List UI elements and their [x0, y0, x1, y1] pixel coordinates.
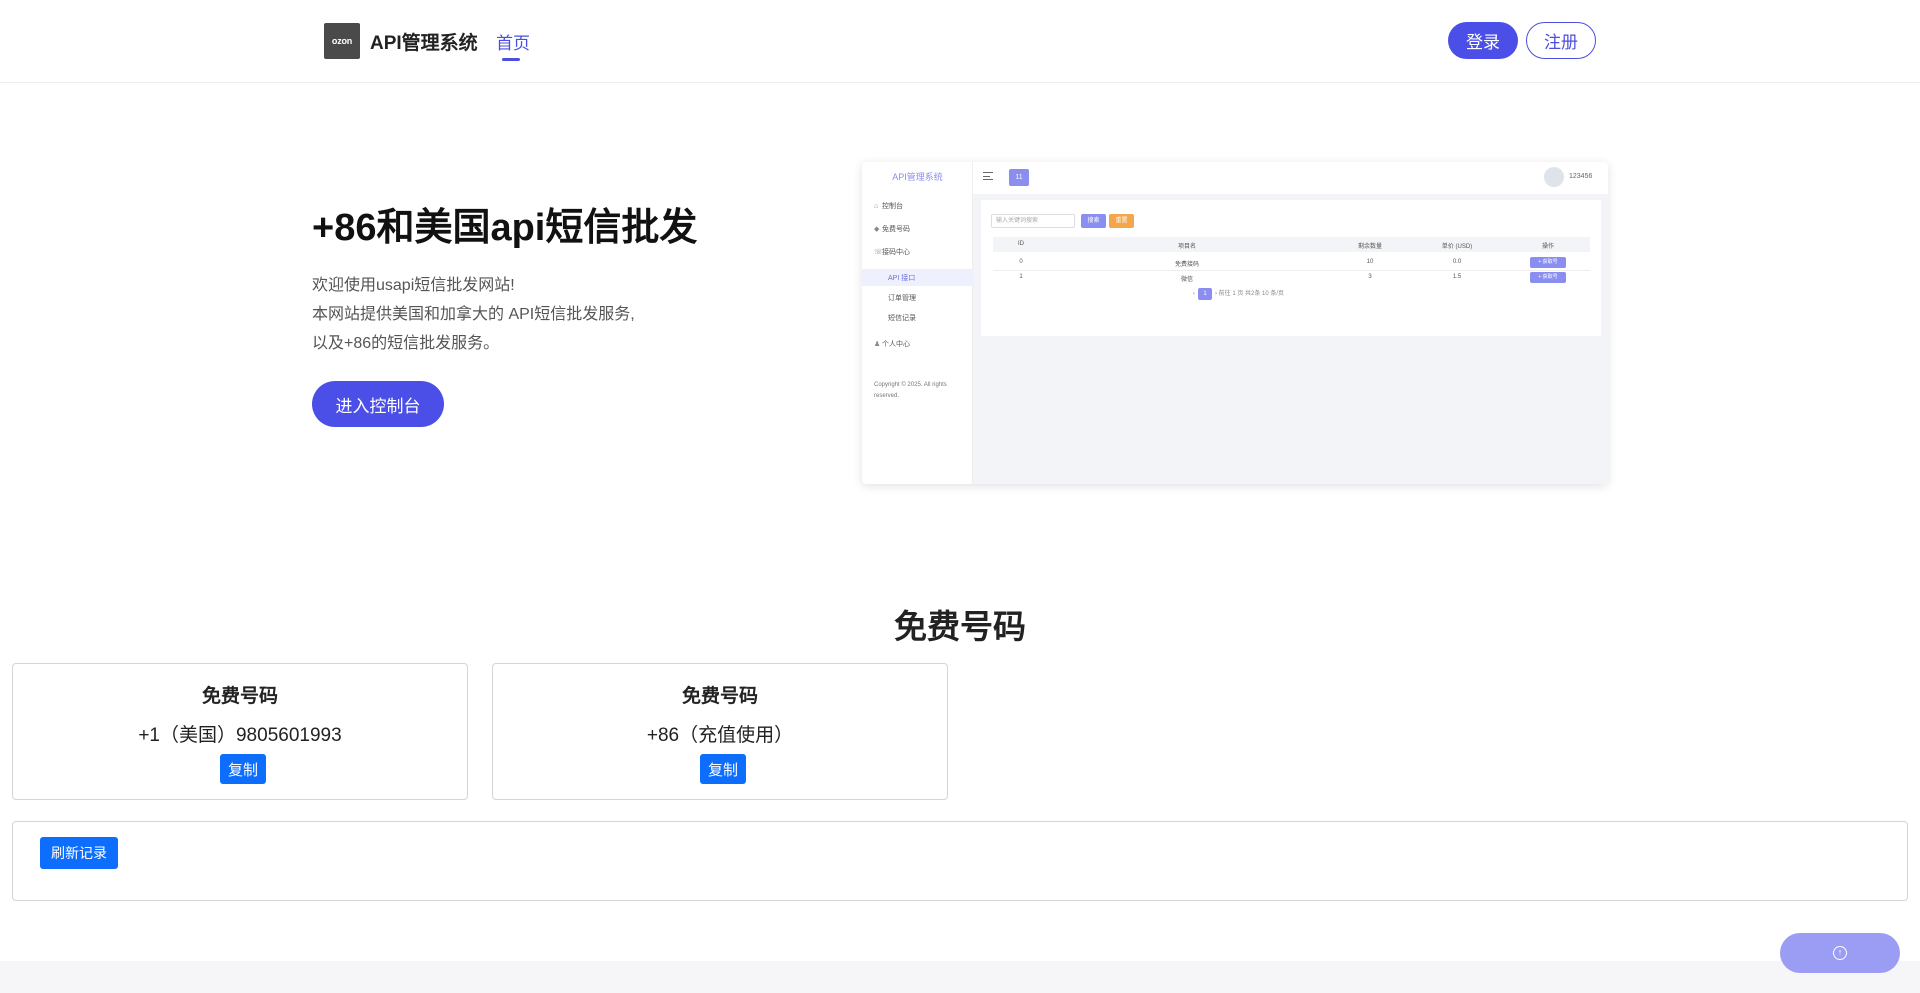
nav-home-link[interactable]: 首页 [496, 29, 530, 54]
preview-table-header [993, 237, 1590, 252]
dashboard-preview-image: API管理系统 ⌂ 控制台 ◆ 免费号码 ☏接码中心 API 接口 订单管理 短信记… [862, 162, 1608, 484]
register-button[interactable]: 注册 [1526, 22, 1596, 59]
preview-td: 3 [1368, 274, 1372, 280]
preview-th: ID [1018, 241, 1024, 247]
card-title: 免费号码 [681, 686, 758, 707]
preview-menu-item: API 接口 [888, 275, 916, 282]
brand-logo[interactable]: ozon [324, 23, 360, 59]
hero-title: +86和美国api短信批发 [312, 207, 698, 249]
phone-icon: ☏ [874, 249, 883, 256]
top-header: ozon API管理系统 首页 登录 注册 [0, 0, 1920, 83]
app-title: API管理系统 [370, 33, 478, 54]
free-numbers-title: 免费号码 [894, 608, 1026, 645]
copy-button[interactable]: 复制 [220, 754, 266, 784]
hero-line-3: 以及+86的短信批发服务。 [312, 335, 500, 352]
sms-records-panel: 刷新记录 [12, 821, 1908, 901]
user-icon: ♟ [874, 341, 881, 348]
preview-td: 微信 [1180, 277, 1194, 283]
preview-menu-item: ♟ 个人中心 [874, 341, 910, 348]
preview-menu-item: ◆ 免费号码 [874, 226, 910, 233]
preview-action-button: + 获取号 [1530, 272, 1566, 283]
preview-menu-item: ⌂ 控制台 [874, 203, 903, 210]
preview-menu-item: ☏接码中心 [874, 249, 910, 256]
preview-active-bg [862, 269, 973, 286]
preview-copyright: Copyright © 2025. All rights reserved. [874, 382, 947, 399]
preview-th: 剩余数量 [1357, 244, 1383, 250]
preview-search-button: 搜索 [1081, 214, 1106, 228]
preview-td: 0 [1019, 259, 1023, 265]
preview-td: 免费接码 [1174, 262, 1200, 268]
preview-td: 0.0 [1452, 259, 1462, 265]
preview-menu-item: 订单管理 [888, 295, 916, 302]
preview-th: 项目名 [1177, 244, 1197, 250]
refresh-records-button[interactable]: 刷新记录 [40, 837, 118, 869]
free-number-card: 免费号码 +1（美国）9805601993 复制 [12, 663, 468, 800]
hamburger-icon [983, 172, 993, 180]
card-title: 免费号码 [201, 686, 278, 707]
preview-td: 10 [1366, 259, 1374, 265]
preview-search: 输入关键词搜索 [991, 214, 1075, 228]
copy-button[interactable]: 复制 [700, 754, 746, 784]
phone-number: +1（美国）9805601993 [138, 725, 342, 746]
hero-line-2: 本网站提供美国和加拿大的 API短信批发服务, [312, 306, 635, 323]
diamond-icon: ◆ [874, 226, 880, 233]
preview-td: 1 [1019, 274, 1023, 280]
home-icon: ⌂ [874, 203, 879, 210]
preview-th: 单价 (USD) [1441, 244, 1473, 250]
preview-topbar: 11 123456 [973, 162, 1608, 194]
nav-active-indicator [502, 58, 520, 61]
preview-pagination: ‹ 1 › 前往 1 页 共2条 10 条/页 [1193, 288, 1284, 300]
preview-table-card: 输入关键词搜索 搜索 重置 ID 项目名 剩余数量 单价 (USD) 操作 0 … [981, 200, 1601, 336]
preview-username: 123456 [1569, 173, 1593, 180]
preview-action-button: + 获取号 [1530, 257, 1566, 268]
back-to-top-button[interactable]: ↑ [1780, 933, 1900, 973]
hero-description: 欢迎使用usapi短信批发网站! 本网站提供美国和加拿大的 API短信批发服务,… [312, 271, 635, 358]
logo-text: ozon [331, 36, 353, 46]
phone-number: +86（充值使用） [646, 725, 794, 746]
enter-console-button[interactable]: 进入控制台 [312, 381, 444, 427]
avatar [1544, 167, 1564, 187]
preview-sidebar: API管理系统 ⌂ 控制台 ◆ 免费号码 ☏接码中心 API 接口 订单管理 短信记… [862, 162, 973, 484]
free-number-card: 免费号码 +86（充值使用） 复制 [492, 663, 948, 800]
preview-menu-item: 短信记录 [888, 315, 916, 322]
preview-row-divider [993, 270, 1590, 271]
hero-line-1: 欢迎使用usapi短信批发网站! [312, 277, 515, 294]
preview-tag: 11 [1009, 169, 1029, 186]
footer [0, 961, 1920, 993]
preview-td: 1.5 [1452, 274, 1462, 280]
preview-th: 操作 [1541, 244, 1555, 250]
arrow-up-circle-icon: ↑ [1833, 946, 1847, 960]
login-button[interactable]: 登录 [1448, 22, 1518, 59]
preview-brand: API管理系统 [892, 172, 943, 182]
preview-reset-button: 重置 [1109, 214, 1134, 228]
